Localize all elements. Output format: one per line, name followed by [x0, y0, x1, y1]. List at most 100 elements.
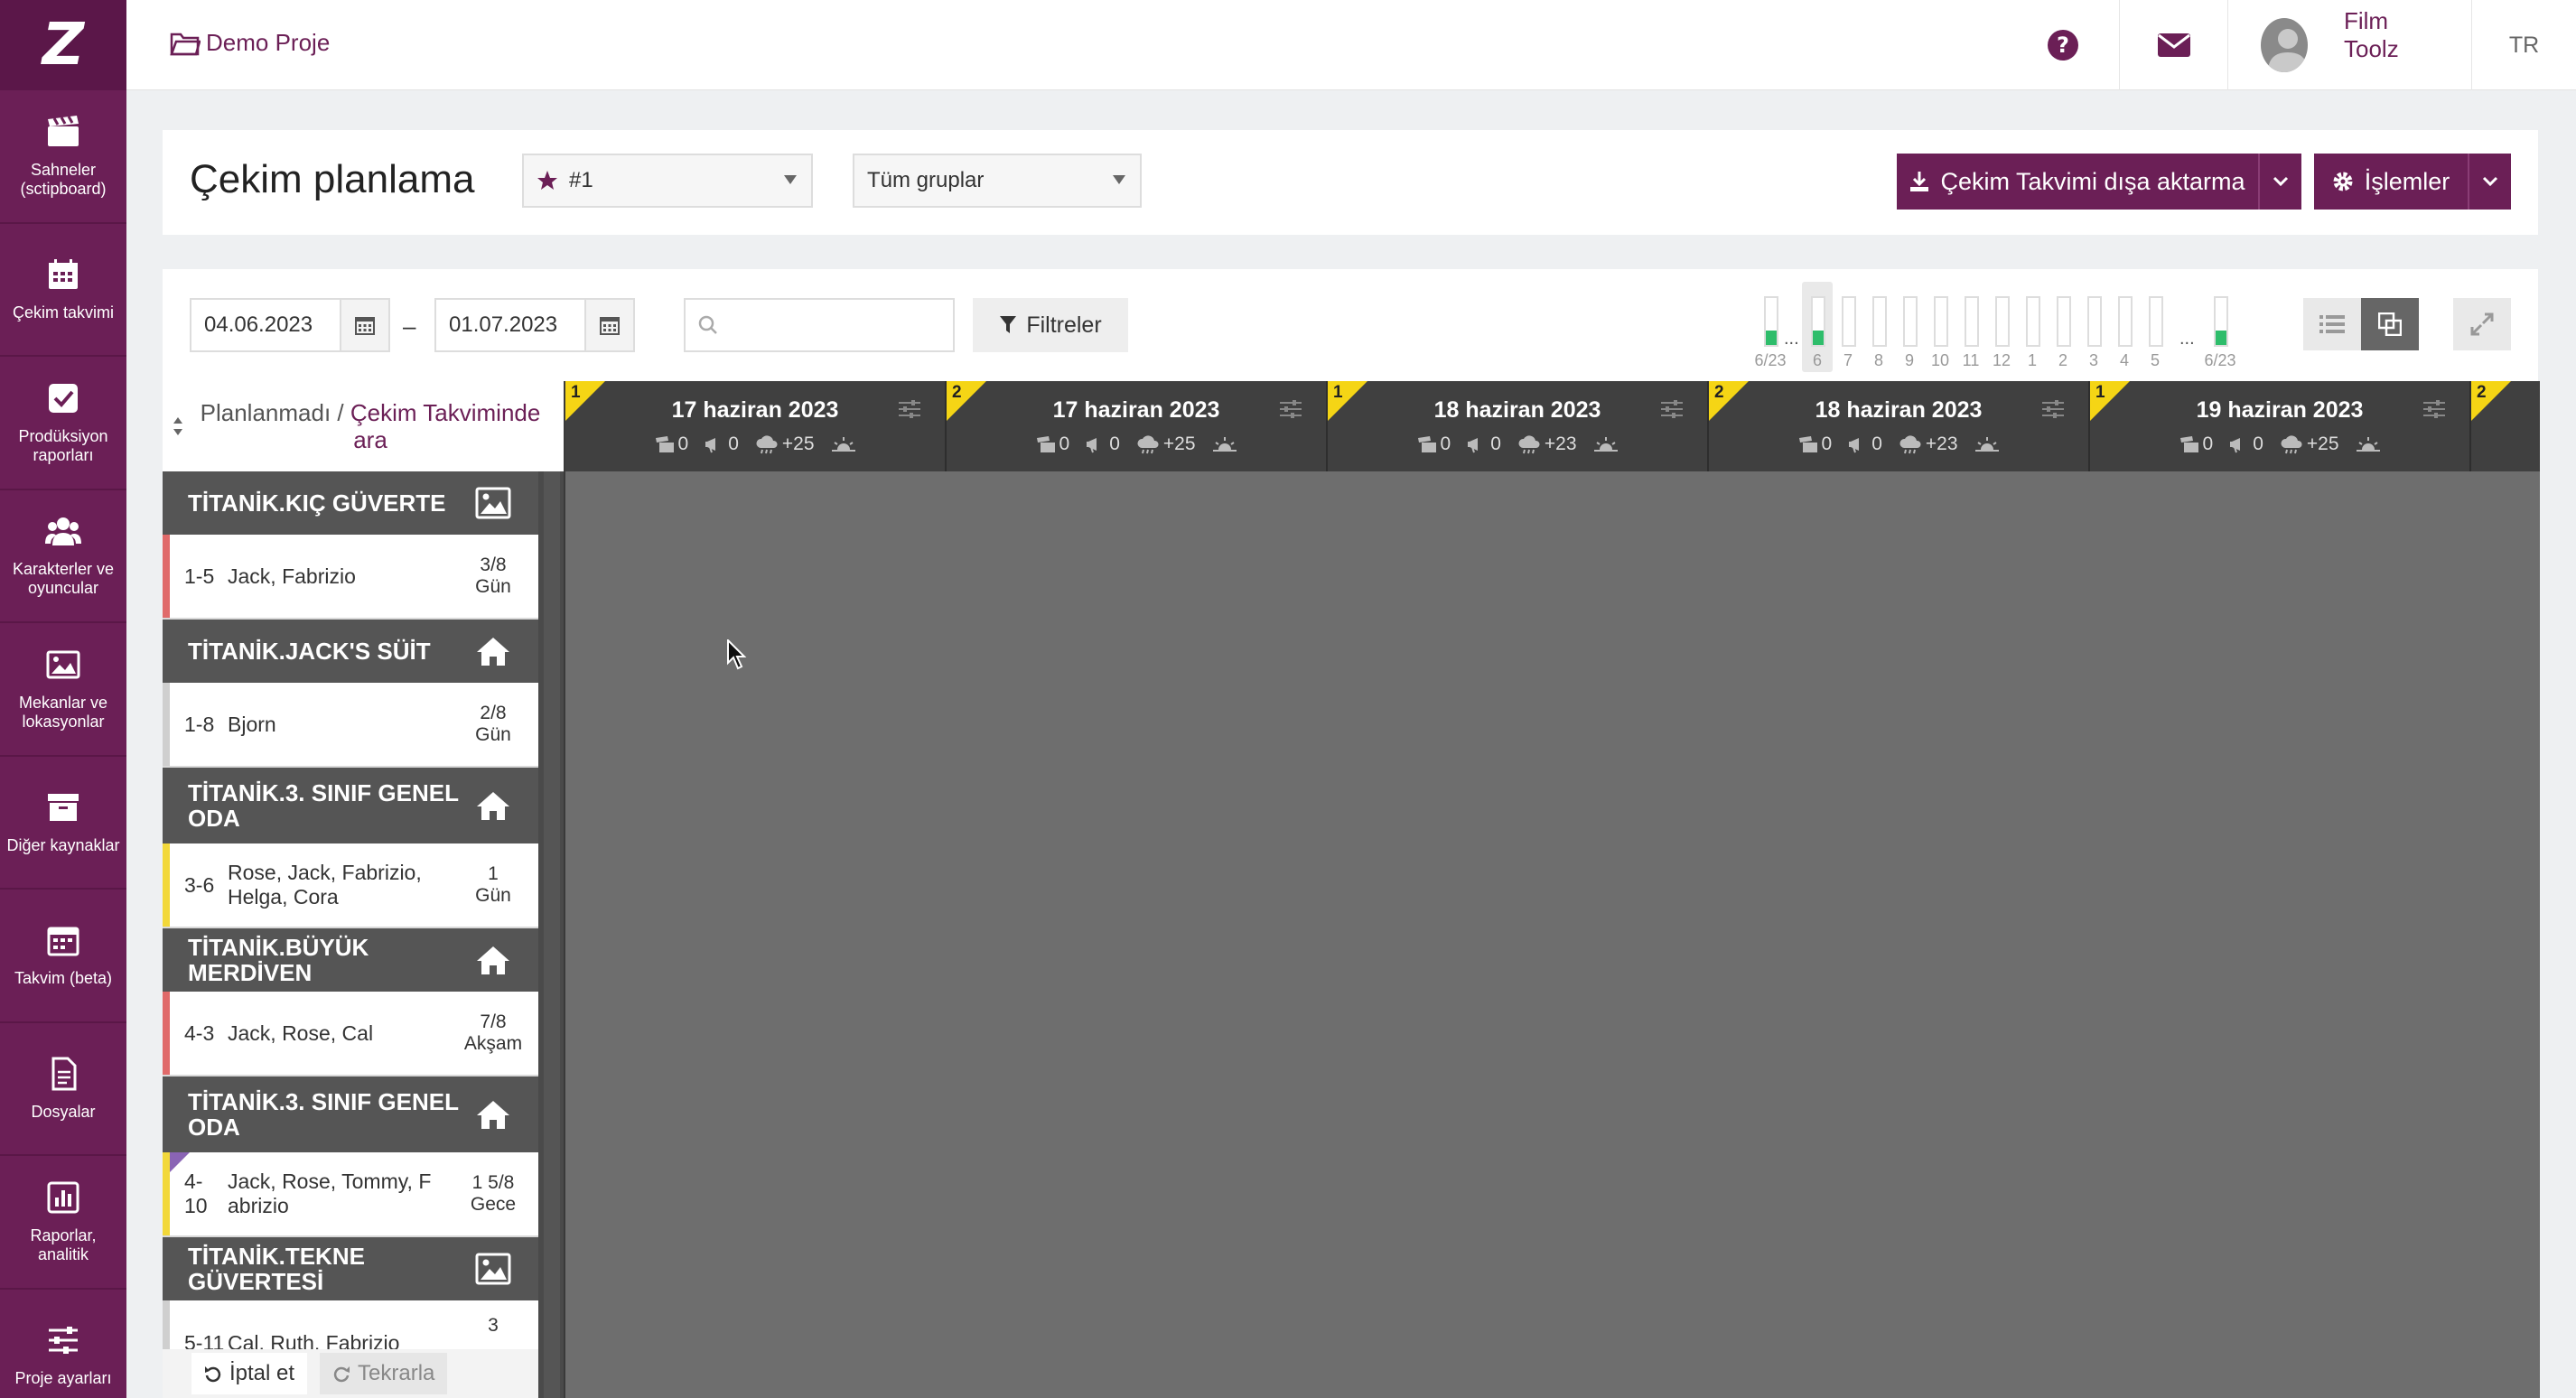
- day-stat-sunrise: [1593, 435, 1619, 453]
- download-icon: [1910, 172, 1929, 191]
- undo-button[interactable]: İptal et: [191, 1353, 308, 1394]
- scene-card[interactable]: 3-6 Rose, Jack, Fabrizio, Helga, Cora 1G…: [163, 843, 538, 928]
- mini-day-label: 6/23: [1754, 351, 1787, 369]
- scene-time: Gün: [475, 724, 511, 745]
- scene-card[interactable]: 1-8 Bjorn 2/8 Gün: [163, 683, 538, 768]
- sidebar-item-reports[interactable]: Prodüksiyon raporları: [0, 357, 126, 490]
- scene-time: Gece: [470, 1194, 517, 1215]
- sidebar-item-analytics[interactable]: Raporlar, analitik: [0, 1156, 126, 1290]
- sidebar-item-files[interactable]: Dosyalar: [0, 1023, 126, 1156]
- scrollbar-thumb[interactable]: [544, 471, 560, 1398]
- sidebar-item-schedule[interactable]: Çekim takvimi: [0, 224, 126, 357]
- day-stat-scenes: 0: [2179, 433, 2213, 455]
- day-date: 18 haziran 2023: [1433, 397, 1601, 423]
- day-column-header[interactable]: 2: [2471, 381, 2540, 471]
- scene-number: 5-11: [184, 1331, 225, 1349]
- day-column-header[interactable]: 1 19 haziran 2023 0 0 +25: [2090, 381, 2471, 471]
- scene-number: 4-3: [184, 1021, 215, 1045]
- megaphone-icon: [1087, 438, 1097, 453]
- location-header: TİTANİK.3. SINIF GENEL ODA: [163, 768, 538, 843]
- sidebar-item-locations[interactable]: Mekanlar ve lokasyonlar: [0, 623, 126, 757]
- scene-flag-corner: [170, 1152, 190, 1172]
- mini-day[interactable]: 6/23: [2204, 282, 2236, 372]
- sidebar-item-characters[interactable]: Karakterler ve oyuncular: [0, 490, 126, 623]
- mini-day-bar: [1872, 296, 1887, 347]
- cloud-rain-icon: [1899, 435, 1921, 454]
- export-dropdown-toggle[interactable]: [2258, 154, 2301, 210]
- top-right-actions: ? Film Toolz TR: [2007, 0, 2576, 90]
- actions-dropdown-toggle[interactable]: [2468, 154, 2511, 210]
- calendar-icon: [49, 258, 78, 289]
- date-from-value: 04.06.2023: [204, 312, 313, 337]
- sliders-icon[interactable]: [1660, 399, 1684, 419]
- sidebar-item-calendar-beta[interactable]: Takvim (beta): [0, 890, 126, 1023]
- scene-card[interactable]: 1-5 Jack, Fabrizio 3/8 Gün: [163, 535, 538, 620]
- user-menu[interactable]: Film Toolz: [2227, 0, 2471, 90]
- sliders-icon[interactable]: [2041, 399, 2065, 419]
- help-button[interactable]: ?: [2007, 0, 2119, 90]
- sidebar-item-resources[interactable]: Diğer kaynaklar: [0, 757, 126, 890]
- mini-day-bar: [1764, 296, 1778, 347]
- schedule-select[interactable]: #1: [522, 154, 813, 208]
- sunrise-icon: [831, 437, 855, 452]
- date-to-input[interactable]: 01.07.2023: [434, 298, 635, 352]
- mini-day-bar: [2118, 296, 2133, 347]
- sidebar-item-scenes[interactable]: Sahneler (sctipboard): [0, 90, 126, 224]
- mini-day-fill: [1766, 331, 1777, 345]
- breadcrumb[interactable]: Demo Proje: [170, 29, 330, 57]
- scene-time: Gün: [475, 885, 511, 906]
- day-column-header[interactable]: 2 18 haziran 2023 0 0 +23: [1709, 381, 2090, 471]
- date-from-input[interactable]: 04.06.2023: [190, 298, 390, 352]
- day-column-header[interactable]: 1 18 haziran 2023 0 0 +23: [1328, 381, 1709, 471]
- scene-list-scrollbar[interactable]: [538, 471, 565, 1398]
- mini-day-bar: [2057, 296, 2071, 347]
- redo-button[interactable]: Tekrarla: [320, 1353, 448, 1394]
- export-schedule-button[interactable]: Çekim Takvimi dışa aktarma: [1897, 154, 2258, 210]
- filters-label: Filtreler: [1026, 312, 1102, 338]
- scene-number: 1-5: [184, 564, 215, 588]
- day-stat-value: 0: [728, 433, 739, 454]
- mini-day[interactable]: 6/23: [1754, 282, 1787, 372]
- mini-day-bar: [1934, 296, 1948, 347]
- actions-label: İşlemler: [2364, 167, 2450, 195]
- board-view-button[interactable]: [2361, 298, 2419, 350]
- day-column-header[interactable]: 2 17 haziran 2023 0 0 +25: [947, 381, 1328, 471]
- mini-day-bar: [1842, 296, 1856, 347]
- app-logo[interactable]: Z: [0, 0, 126, 90]
- day-column-header[interactable]: 1 17 haziran 2023 0 0 +25: [565, 381, 947, 471]
- search-in-schedule-link[interactable]: Çekim Takviminde ara: [350, 399, 540, 453]
- day-stat-weather: +23: [1517, 433, 1577, 455]
- sidebar-item-settings[interactable]: Proje ayarları: [0, 1290, 126, 1398]
- mini-day[interactable]: 5: [2140, 282, 2170, 372]
- language-switch[interactable]: TR: [2471, 0, 2576, 90]
- actions-button[interactable]: İşlemler: [2314, 154, 2468, 210]
- calendar-icon[interactable]: [340, 300, 388, 350]
- sidebar-label: Çekim takvimi: [12, 303, 114, 322]
- board-day-headers: 1 17 haziran 2023 0 0 +25 2 17 haziran 2…: [565, 381, 2540, 471]
- search-input[interactable]: [684, 298, 955, 352]
- image-icon: [475, 487, 511, 519]
- list-view-button[interactable]: [2303, 298, 2361, 350]
- location-header: TİTANİK.JACK'S SÜİT: [163, 620, 538, 683]
- clapper-small-icon: [2179, 436, 2198, 452]
- scene-list: TİTANİK.KIÇ GÜVERTE 1-5 Jack, Fabrizio 3…: [163, 471, 538, 1349]
- day-stat-value: 0: [1871, 433, 1882, 454]
- group-select[interactable]: Tüm gruplar: [853, 154, 1142, 208]
- filters-button[interactable]: Filtreler: [973, 298, 1128, 352]
- day-stat-scenes: 0: [1036, 433, 1069, 455]
- sliders-icon[interactable]: [1279, 399, 1302, 419]
- scene-card[interactable]: 4-3 Jack, Rose, Cal 7/8 Akşam: [163, 992, 538, 1076]
- board-drop-area[interactable]: [565, 471, 2540, 1398]
- sliders-icon[interactable]: [898, 399, 921, 419]
- day-stats: 0 0 +25: [565, 433, 945, 455]
- messages-button[interactable]: [2119, 0, 2227, 90]
- scene-color-stripe: [163, 1300, 170, 1349]
- location-name: TİTANİK.BÜYÜK MERDİVEN: [188, 934, 369, 986]
- scene-color-stripe: [163, 992, 170, 1075]
- calendar-icon[interactable]: [584, 300, 633, 350]
- sliders-icon[interactable]: [2422, 399, 2446, 419]
- fullscreen-button[interactable]: [2453, 298, 2511, 350]
- users-icon: [45, 517, 81, 546]
- scene-card[interactable]: 4-10 Jack, Rose, Tommy, F abrizio 1 5/8 G…: [163, 1152, 538, 1237]
- scene-card[interactable]: 5-11 Cal, Ruth, Fabrizio 3: [163, 1300, 538, 1349]
